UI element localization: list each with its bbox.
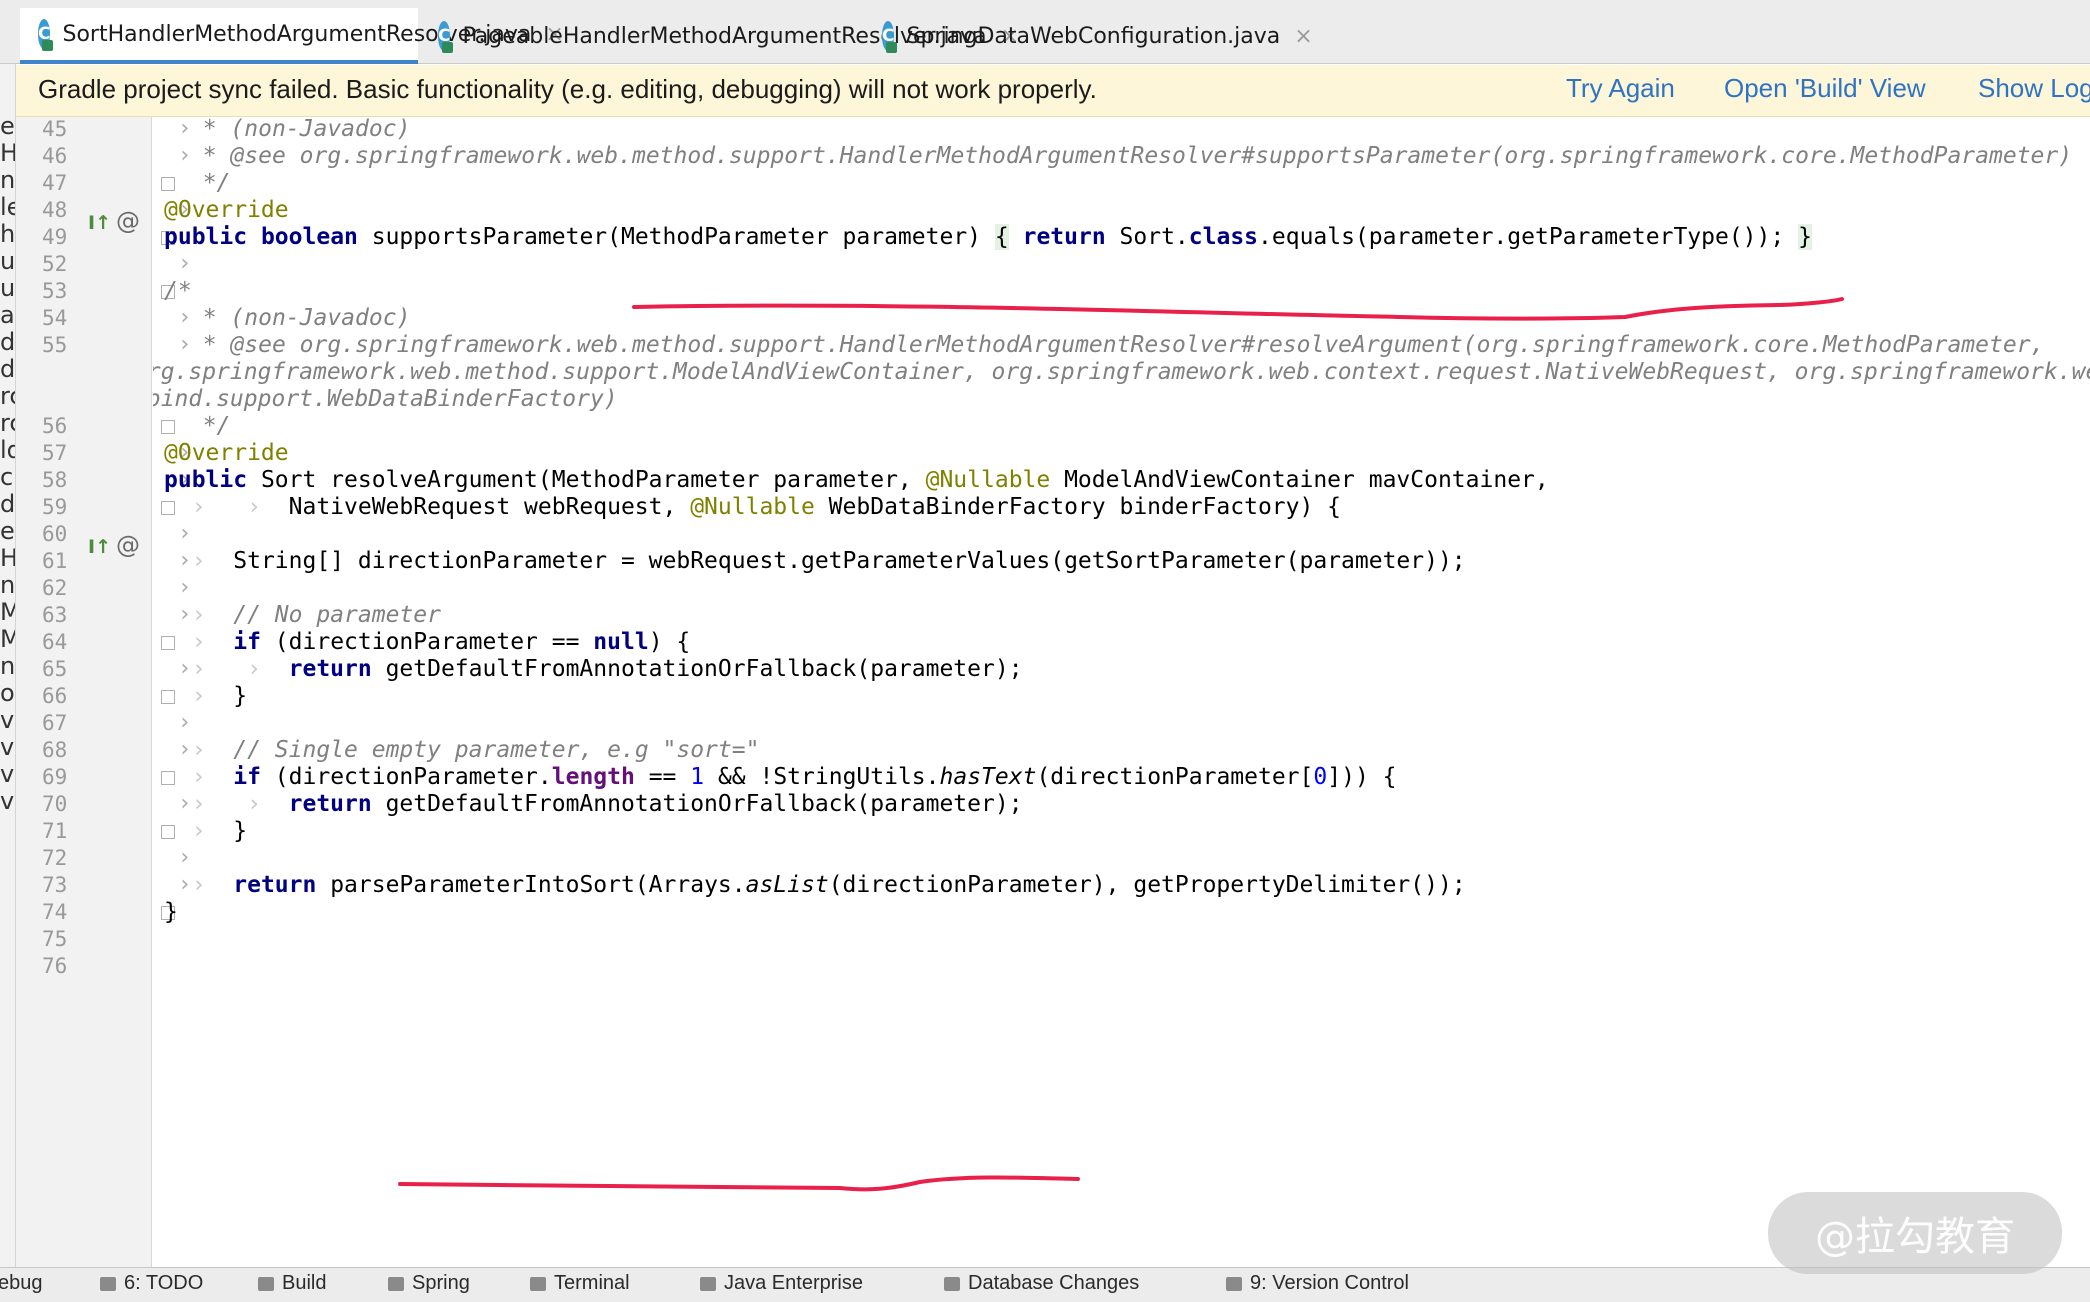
editor-tab-bar: C SortHandlerMethodArgumentResolver.java… — [0, 0, 2090, 64]
build-icon — [258, 1276, 274, 1291]
terminal-icon — [530, 1276, 546, 1291]
tool-todo[interactable]: 6: TODO — [100, 1272, 203, 1295]
java-class-icon: C — [38, 19, 55, 51]
gradle-sync-notification: Gradle project sync failed. Basic functi… — [16, 65, 2090, 117]
tab-label: SpringDataWebConfiguration.java — [906, 23, 1281, 49]
tool-database-changes[interactable]: Database Changes — [944, 1272, 1139, 1295]
annotation-marker-icon[interactable]: @ — [116, 203, 140, 239]
open-build-view-link[interactable]: Open 'Build' View — [1724, 73, 1926, 104]
try-again-link[interactable]: Try Again — [1566, 73, 1675, 104]
tab-pageable-handler[interactable]: C PageableHandlerMethodArgumentResolver.… — [420, 8, 1019, 64]
project-tree-fragment: rc — [0, 409, 15, 437]
project-tree-fragment: vc — [0, 787, 15, 815]
line-number[interactable]: 76 — [42, 948, 67, 984]
tab-spring-data-web-config[interactable]: C SpringDataWebConfiguration.java × — [864, 8, 1313, 64]
project-tree-fragment: rc — [0, 382, 15, 410]
tool-debug[interactable]: ebug — [0, 1272, 43, 1295]
project-tree-fragment: ck — [0, 463, 15, 491]
project-tree-fragment: Me — [0, 598, 15, 626]
project-tree-fragment: ea — [0, 517, 15, 545]
annotation-marker-icon[interactable]: @ — [116, 527, 140, 563]
code-line-49: public boolean supportsParameter(MethodP… — [164, 224, 1812, 250]
database-icon — [944, 1276, 960, 1291]
code-line-59: › › NativeWebRequest webRequest, @Nullab… — [164, 494, 1342, 520]
project-tree-fragment: ng — [0, 166, 16, 194]
todo-icon — [100, 1276, 116, 1291]
version-control-icon — [1226, 1276, 1242, 1291]
project-tree-fragment: vc — [0, 733, 15, 761]
code-line-74: } — [164, 899, 178, 925]
project-tree-fragment: d — [0, 328, 16, 356]
tool-version-control[interactable]: 9: Version Control — [1226, 1272, 1409, 1295]
project-tree-fragment: ea — [0, 112, 15, 140]
tool-window-bar: ebug 6: TODO Build Spring Terminal Java … — [0, 1267, 2090, 1302]
override-marker-icon[interactable]: I↑ — [88, 529, 111, 565]
editor-gutter: I↑ @ I↑ @ 45 › 46 › 47 48 › 49 52 › 53 54 › 55 › 56 57 › 5… — [16, 116, 191, 1267]
project-tree-fragment: d — [0, 355, 16, 383]
tool-java-enterprise[interactable]: Java Enterprise — [700, 1272, 863, 1295]
notification-message: Gradle project sync failed. Basic functi… — [38, 74, 1097, 104]
tool-build[interactable]: Build — [258, 1272, 326, 1295]
override-marker-icon[interactable]: I↑ — [88, 205, 111, 241]
code-line-46: * @see org.springframework.web.method.su… — [202, 143, 2073, 169]
java-class-icon: C — [438, 21, 455, 53]
tool-terminal[interactable]: Terminal — [530, 1272, 630, 1295]
project-tree-fragment: nt — [0, 571, 16, 599]
java-class-icon: C — [882, 21, 899, 53]
code-line-65: › › return getDefaultFromAnnotationOrFal… — [164, 656, 1023, 682]
java-enterprise-icon — [700, 1276, 716, 1291]
project-tree-fragment: he — [0, 220, 16, 248]
line-number[interactable]: 55 — [42, 327, 67, 363]
show-log-link[interactable]: Show Log — [1978, 73, 2090, 104]
project-tree-fragment: Me — [0, 625, 15, 653]
project-tree-fragment: d — [0, 490, 16, 518]
code-line-70: › › return getDefaultFromAnnotationOrFal… — [164, 791, 1023, 817]
project-tree-fragment: ur — [0, 247, 16, 275]
project-tree-fragment: H — [0, 544, 15, 572]
code-line-71: › } — [164, 818, 248, 844]
tab-sort-handler[interactable]: C SortHandlerMethodArgumentResolver.java… — [20, 8, 564, 64]
code-line-66: › } — [164, 683, 248, 709]
project-tree-fragment: ur — [0, 274, 16, 302]
code-line-61: › String[] directionParameter = webReque… — [164, 548, 1466, 574]
tool-spring[interactable]: Spring — [388, 1272, 470, 1295]
project-tree-fragment: vc — [0, 706, 15, 734]
spring-icon — [388, 1276, 404, 1291]
project-tree-fragment: nt — [0, 652, 16, 680]
close-icon[interactable]: × — [1294, 24, 1312, 49]
project-tree-fragment: vc — [0, 760, 15, 788]
project-tree-fragment: ol — [0, 679, 15, 707]
project-tree-fragment: au — [0, 301, 15, 329]
project-tree-fragment: le — [0, 193, 15, 221]
code-line-73: › return parseParameterIntoSort(Arrays.a… — [164, 872, 1466, 898]
project-tree-fragment: ld — [0, 436, 15, 464]
project-tree-fragment: H — [0, 139, 15, 167]
project-panel-edge: eaHngleheururauddrcrcldckdeaHntMeMentolv… — [0, 0, 16, 1302]
code-editor[interactable]: * (non-Javadoc) * @see org.springframewo… — [153, 117, 2090, 1267]
watermark: @拉勾教育 — [1768, 1192, 2062, 1274]
